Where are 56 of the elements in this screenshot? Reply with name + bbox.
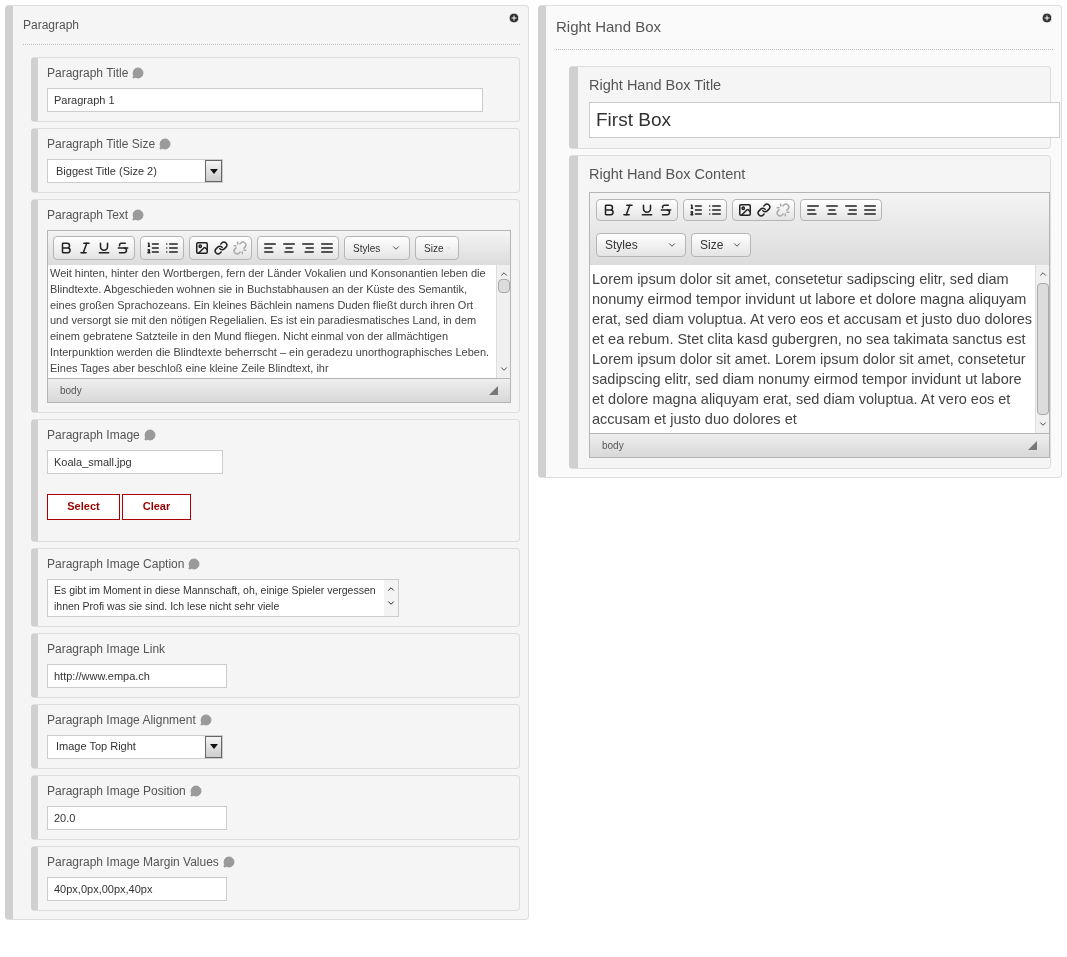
help-icon[interactable] xyxy=(143,428,156,441)
scrollbar[interactable] xyxy=(496,265,510,378)
help-icon[interactable] xyxy=(188,557,201,570)
field-label: Right Hand Box Content xyxy=(589,165,746,185)
select-field[interactable]: Image Top Right xyxy=(47,734,223,759)
select-field[interactable]: Biggest Title (Size 2) xyxy=(47,159,223,183)
help-icon[interactable] xyxy=(189,784,202,797)
dropdown-button[interactable]: Size xyxy=(415,236,459,260)
field-label: Paragraph Image Position xyxy=(47,782,186,800)
add-icon[interactable] xyxy=(1041,12,1053,24)
link-icon[interactable] xyxy=(211,238,230,258)
scrollbar-thumb[interactable] xyxy=(497,279,510,293)
text-field[interactable]: 20.0 xyxy=(47,805,227,830)
caret-icon xyxy=(391,243,401,253)
scroll-up-icon[interactable] xyxy=(1037,269,1048,279)
field-label: Paragraph Title Size xyxy=(47,136,156,153)
field-label: Right Hand Box Title xyxy=(589,75,722,95)
caret-icon xyxy=(732,240,742,250)
link-icon[interactable] xyxy=(754,200,773,220)
scroll-up-icon[interactable] xyxy=(498,269,509,279)
text-field[interactable]: 40px,0px,00px,40px xyxy=(47,876,227,901)
caret-icon xyxy=(667,240,677,250)
action-button[interactable]: Select xyxy=(47,493,120,520)
field-label: Paragraph Image xyxy=(47,426,140,444)
field-label: Paragraph Image Margin Values xyxy=(47,853,219,871)
field-label: Paragraph Image Caption xyxy=(47,555,185,573)
scrollbar[interactable] xyxy=(1035,265,1049,433)
scrollbar[interactable] xyxy=(384,579,398,616)
field-label: Paragraph Image Alignment xyxy=(47,711,196,729)
panel-title: Right Hand Box xyxy=(556,17,662,37)
element-path[interactable]: body xyxy=(602,438,624,453)
dropdown-arrow-icon xyxy=(209,168,218,174)
field-label: Paragraph Text xyxy=(47,207,129,224)
help-icon[interactable] xyxy=(199,713,212,726)
resize-handle-icon[interactable] xyxy=(1028,441,1037,450)
text-field[interactable]: Koala_small.jpg xyxy=(47,449,223,474)
dropdown-button[interactable]: Size xyxy=(691,233,751,257)
help-icon[interactable] xyxy=(159,138,172,150)
field-label: Paragraph Image Link xyxy=(47,640,166,658)
dropdown-button[interactable]: Styles xyxy=(344,236,410,260)
action-button[interactable]: Clear xyxy=(122,493,191,520)
element-path[interactable]: body xyxy=(60,382,82,398)
dropdown-button[interactable]: Styles xyxy=(596,233,686,257)
panel-title: Paragraph xyxy=(23,17,80,34)
text-field[interactable]: Paragraph 1 xyxy=(47,88,483,112)
help-icon[interactable] xyxy=(222,855,235,868)
dropdown-arrow-icon xyxy=(209,744,218,750)
scrollbar-thumb[interactable] xyxy=(1036,283,1049,415)
help-icon[interactable] xyxy=(132,209,145,221)
text-field[interactable]: http://www.empa.ch xyxy=(47,663,227,688)
caret-icon[interactable] xyxy=(1037,419,1048,429)
add-icon[interactable] xyxy=(508,12,520,24)
help-icon[interactable] xyxy=(132,67,145,79)
field-label: Paragraph Title xyxy=(47,65,129,82)
resize-handle-icon[interactable] xyxy=(489,385,498,395)
text-field[interactable]: First Box xyxy=(589,102,1060,139)
